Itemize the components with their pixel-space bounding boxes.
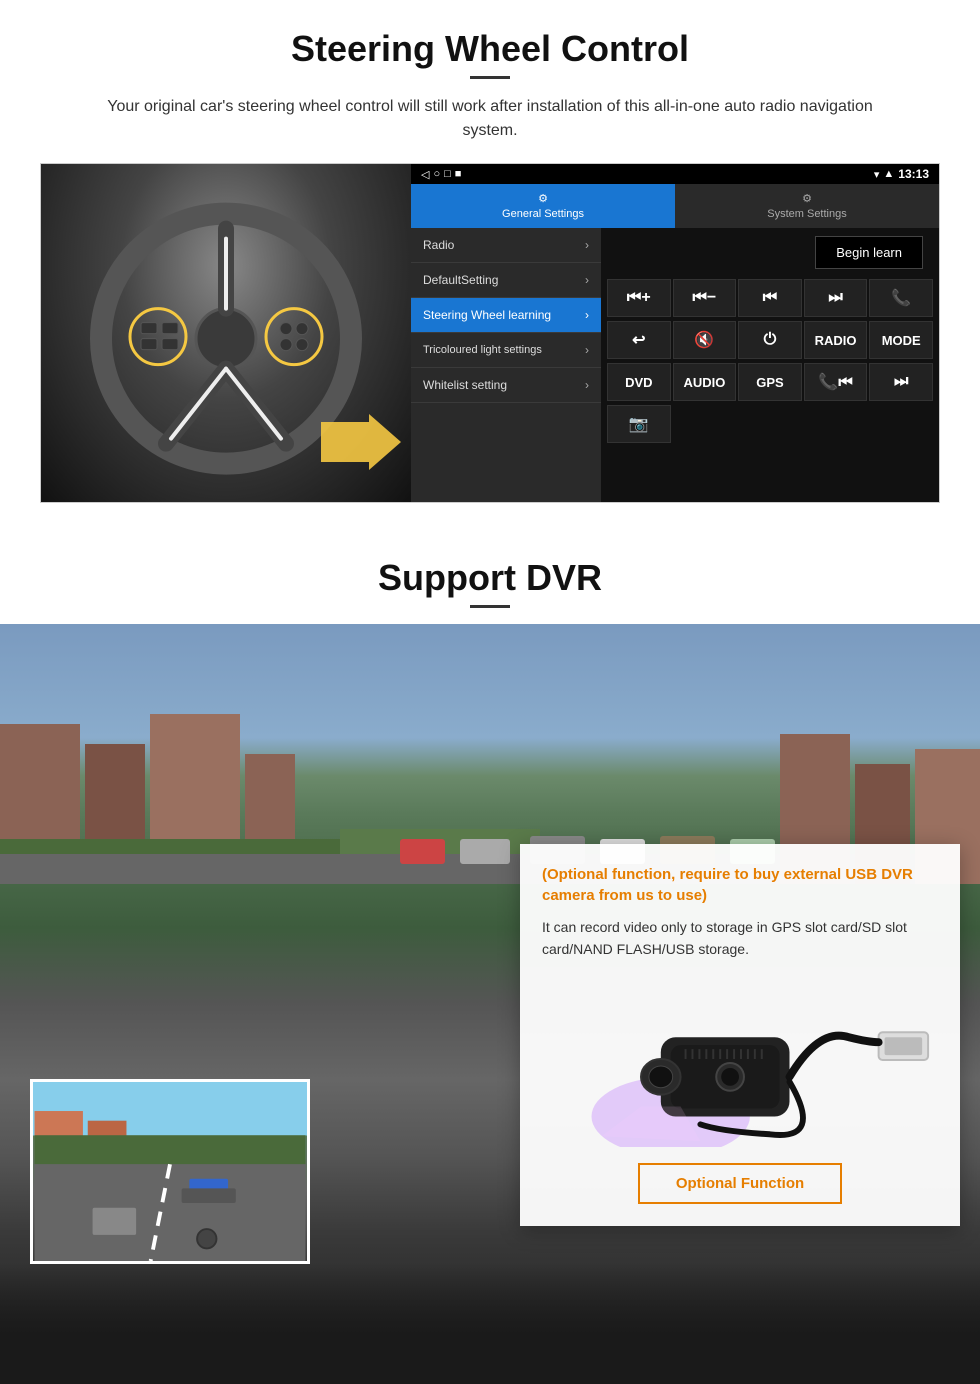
phone-btn[interactable]: 📞 bbox=[869, 279, 933, 317]
steering-section: Steering Wheel Control Your original car… bbox=[0, 0, 980, 503]
nav-home-icon: ○ bbox=[433, 168, 440, 180]
mute-btn[interactable]: 🔇 bbox=[673, 321, 737, 359]
control-row-3: DVD AUDIO GPS 📞⏮ ⏭ bbox=[601, 361, 939, 403]
section-subtitle: Your original car's steering wheel contr… bbox=[80, 95, 900, 143]
tab-general[interactable]: ⚙ General Settings bbox=[411, 184, 675, 228]
settings-icon: ⚙ bbox=[802, 192, 812, 205]
hang-up-btn[interactable]: ↩ bbox=[607, 321, 671, 359]
next-btn[interactable]: ⏭ bbox=[804, 279, 868, 317]
tab-general-label: General Settings bbox=[502, 208, 584, 220]
gps-btn[interactable]: GPS bbox=[738, 363, 802, 401]
camera-btn[interactable]: 📷 bbox=[607, 405, 671, 443]
dvr-inset-camera-image bbox=[30, 1079, 310, 1264]
menu-default-setting[interactable]: DefaultSetting › bbox=[411, 263, 601, 298]
dvr-camera-svg bbox=[542, 977, 938, 1147]
nav-back-icon: ◁ bbox=[421, 168, 429, 181]
chevron-right-icon: › bbox=[585, 238, 589, 252]
dvr-section: Support DVR bbox=[0, 533, 980, 1384]
wifi-icon: ▾ bbox=[874, 168, 880, 181]
menu-steering-wheel[interactable]: Steering Wheel learning › bbox=[411, 298, 601, 333]
menu-radio[interactable]: Radio › bbox=[411, 228, 601, 263]
vol-up-btn[interactable]: ⏮+ bbox=[607, 279, 671, 317]
mode-btn[interactable]: MODE bbox=[869, 321, 933, 359]
dvr-orange-text: (Optional function, require to buy exter… bbox=[542, 864, 938, 906]
begin-learn-button[interactable]: Begin learn bbox=[815, 236, 923, 269]
dvr-info-card: (Optional function, require to buy exter… bbox=[520, 844, 960, 1226]
arrow-indicator bbox=[321, 412, 401, 472]
tab-system-label: System Settings bbox=[767, 208, 846, 220]
next-skip-btn[interactable]: ⏭ bbox=[869, 363, 933, 401]
tab-system[interactable]: ⚙ System Settings bbox=[675, 184, 939, 228]
android-ui-panel: ◁ ○ □ ■ ▾ ▲ 13:13 ⚙ General Settings ⚙ S… bbox=[411, 164, 939, 502]
audio-btn[interactable]: AUDIO bbox=[673, 363, 737, 401]
menu-tricoloured[interactable]: Tricoloured light settings › bbox=[411, 333, 601, 368]
gear-icon: ⚙ bbox=[538, 192, 548, 205]
menu-whitelist[interactable]: Whitelist setting › bbox=[411, 368, 601, 403]
chevron-right-icon: › bbox=[585, 378, 589, 392]
android-content: Radio › DefaultSetting › Steering Wheel … bbox=[411, 228, 939, 502]
signal-icon: ▲ bbox=[883, 168, 894, 180]
page-title: Steering Wheel Control bbox=[40, 28, 940, 70]
steering-control-panel: Begin learn ⏮+ ⏮− ⏮ ⏭ 📞 ↩ 🔇 ⏻ bbox=[601, 228, 939, 502]
vol-down-btn[interactable]: ⏮− bbox=[673, 279, 737, 317]
nav-recent-icon: □ bbox=[444, 168, 451, 180]
status-time: 13:13 bbox=[898, 167, 929, 181]
chevron-right-icon: › bbox=[585, 343, 589, 357]
steering-demo-panel: ◁ ○ □ ■ ▾ ▲ 13:13 ⚙ General Settings ⚙ S… bbox=[40, 163, 940, 503]
dvr-photo-background: (Optional function, require to buy exter… bbox=[0, 624, 980, 1384]
title-divider bbox=[470, 76, 510, 79]
android-tabs: ⚙ General Settings ⚙ System Settings bbox=[411, 184, 939, 228]
control-row-1: ⏮+ ⏮− ⏮ ⏭ 📞 bbox=[601, 277, 939, 319]
dvr-body-text: It can record video only to storage in G… bbox=[542, 916, 938, 961]
settings-menu: Radio › DefaultSetting › Steering Wheel … bbox=[411, 228, 601, 502]
steering-wheel-photo bbox=[41, 164, 411, 502]
radio-btn[interactable]: RADIO bbox=[804, 321, 868, 359]
inset-road-svg bbox=[33, 1082, 307, 1261]
begin-learn-row: Begin learn bbox=[601, 228, 939, 277]
android-statusbar: ◁ ○ □ ■ ▾ ▲ 13:13 bbox=[411, 164, 939, 184]
dvr-title-divider bbox=[470, 605, 510, 608]
nav-menu-icon: ■ bbox=[455, 168, 462, 180]
chevron-right-icon: › bbox=[585, 273, 589, 287]
dvr-title: Support DVR bbox=[0, 533, 980, 599]
control-row-2: ↩ 🔇 ⏻ RADIO MODE bbox=[601, 319, 939, 361]
dvd-btn[interactable]: DVD bbox=[607, 363, 671, 401]
power-btn[interactable]: ⏻ bbox=[738, 321, 802, 359]
chevron-right-icon: › bbox=[585, 308, 589, 322]
phone-prev-btn[interactable]: 📞⏮ bbox=[804, 363, 868, 401]
optional-function-button[interactable]: Optional Function bbox=[638, 1163, 842, 1204]
dvr-camera-illustration bbox=[542, 977, 938, 1147]
prev-btn[interactable]: ⏮ bbox=[738, 279, 802, 317]
control-row-4: 📷 bbox=[601, 403, 939, 445]
